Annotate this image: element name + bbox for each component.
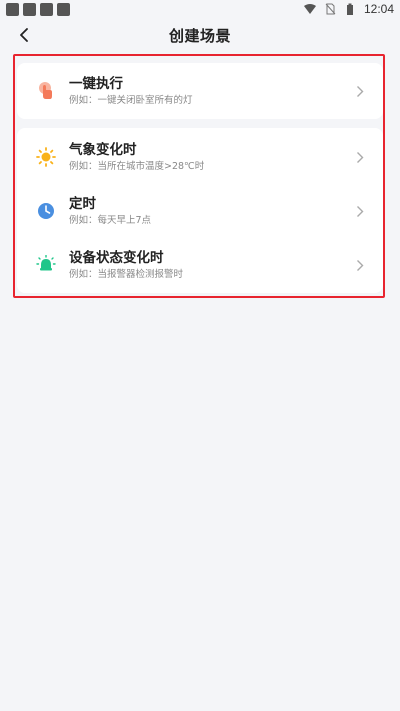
app-notification-icon	[6, 2, 19, 16]
app-notification-icon	[40, 2, 53, 16]
status-right: 12:04	[303, 2, 394, 16]
wifi-icon	[303, 4, 316, 14]
status-bar: 12:04	[0, 0, 400, 18]
header: 创建场景	[0, 18, 400, 52]
no-sim-icon	[325, 3, 336, 15]
back-button[interactable]	[12, 23, 36, 47]
back-arrow-icon	[20, 28, 28, 42]
app-notification-icon	[57, 2, 70, 16]
page-title: 创建场景	[168, 26, 231, 45]
app-notification-icon	[23, 2, 36, 16]
notification-icons	[6, 2, 70, 16]
highlight-box	[13, 54, 385, 298]
battery-icon	[346, 3, 353, 15]
clock-time: 12:04	[363, 2, 394, 16]
